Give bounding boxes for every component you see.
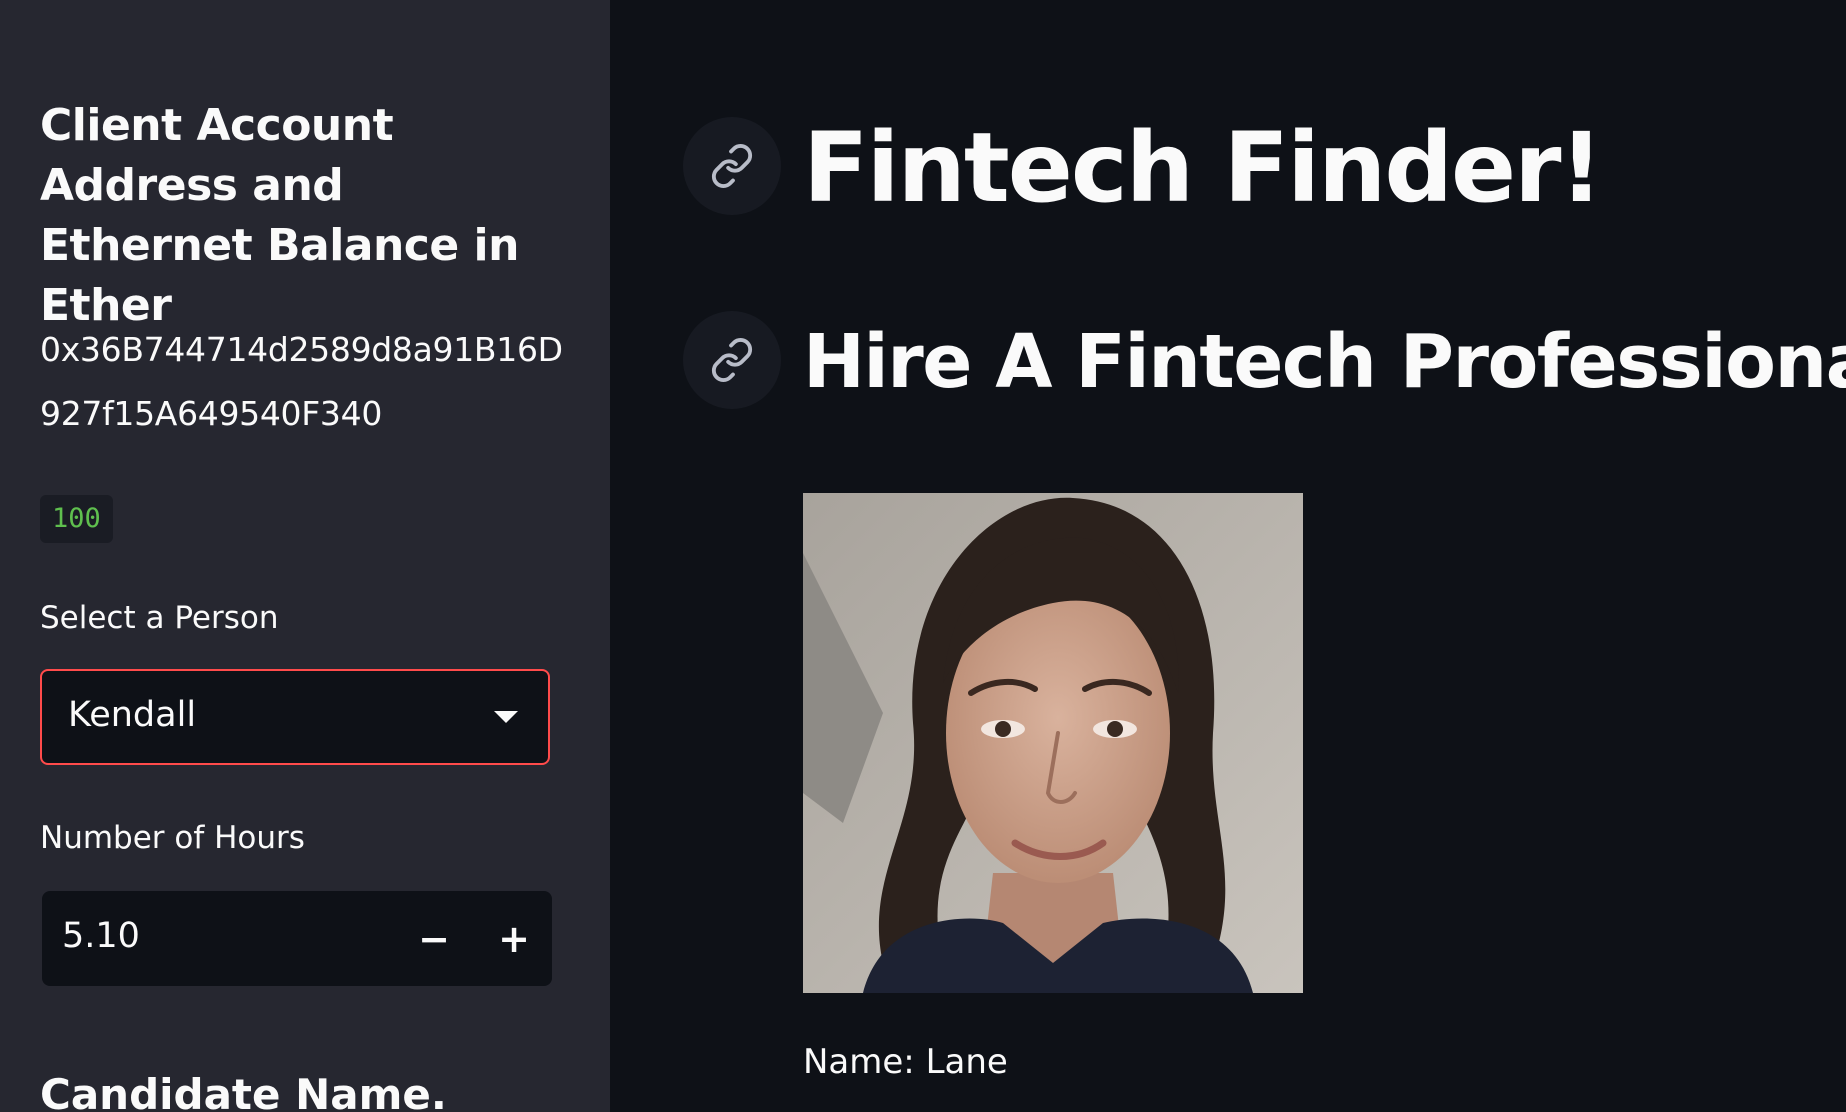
decrement-button[interactable]: −: [394, 891, 474, 986]
hours-number-input[interactable]: 5.10 − +: [42, 891, 552, 986]
app: Client Account Address and Ethernet Bala…: [0, 0, 1846, 1112]
link-icon[interactable]: [683, 117, 781, 215]
select-person-label: Select a Person: [40, 600, 279, 636]
link-icon[interactable]: [683, 311, 781, 409]
page-subtitle: Hire A Fintech Professional!: [803, 319, 1846, 405]
account-address: 0x36B744714d2589d8a91B16D927f15A649540F3…: [40, 330, 563, 433]
candidate-photo: [803, 493, 1303, 993]
person-select[interactable]: Kendall: [40, 669, 550, 765]
hours-input-value[interactable]: 5.10: [62, 916, 140, 956]
sidebar-title: Client Account Address and Ethernet Bala…: [40, 100, 519, 331]
page-title: Fintech Finder!: [803, 112, 1603, 224]
candidate-name-subheader: Candidate Name.: [40, 1070, 447, 1112]
hours-label: Number of Hours: [40, 820, 305, 856]
person-select-value: Kendall: [68, 695, 197, 735]
candidate-name-text: Name: Lane: [803, 1042, 1008, 1082]
main-content: Fintech Finder! Hire A Fintech Professio…: [610, 0, 1846, 1112]
ether-balance-code: 100: [40, 495, 113, 543]
increment-button[interactable]: +: [474, 891, 554, 986]
chevron-down-icon: [494, 711, 518, 723]
sidebar: Client Account Address and Ethernet Bala…: [0, 0, 610, 1112]
